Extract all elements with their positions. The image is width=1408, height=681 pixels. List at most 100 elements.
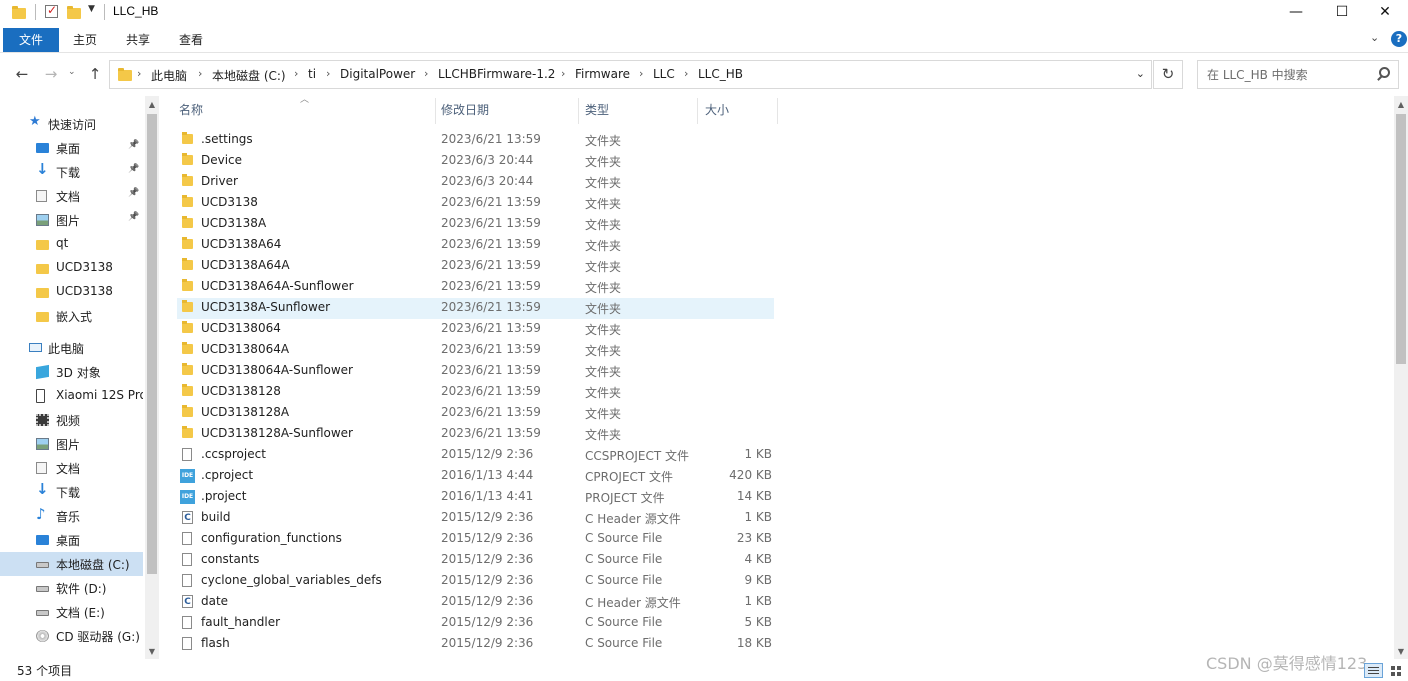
nav-item[interactable]: 文档 (E:) [0, 600, 143, 624]
help-icon[interactable]: ? [1391, 31, 1407, 47]
recent-locations-dropdown[interactable]: ⌄ [68, 67, 76, 77]
file-row[interactable]: UCD3138A64A-Sunflower 2023/6/21 13:59 文件夹 [177, 277, 774, 298]
nav-item[interactable]: CD 驱动器 (G:) [0, 624, 143, 648]
file-row[interactable]: flash 2015/12/9 2:36 C Source File 18 KB [177, 634, 774, 655]
breadcrumb-llc-hb[interactable]: LLC_HB [698, 67, 743, 81]
scroll-up-arrow-icon[interactable]: ▲ [145, 100, 159, 109]
refresh-button[interactable]: ↻ [1153, 60, 1183, 89]
file-row[interactable]: fault_handler 2015/12/9 2:36 C Source File… [177, 613, 774, 634]
file-row[interactable]: UCD3138064 2023/6/21 13:59 文件夹 [177, 319, 774, 340]
details-view-button[interactable] [1364, 663, 1383, 678]
navigation-pane-scrollbar[interactable]: ▲ ▼ [145, 96, 159, 659]
nav-item[interactable]: ♪ 音乐 [0, 504, 143, 528]
nav-item[interactable]: ★ 快速访问 [0, 112, 143, 136]
search-input[interactable] [1198, 61, 1372, 88]
file-row[interactable]: UCD3138064A 2023/6/21 13:59 文件夹 [177, 340, 774, 361]
nav-item[interactable]: 桌面 [0, 528, 143, 552]
tab-share[interactable]: 共享 [114, 28, 162, 52]
nav-item[interactable]: Xiaomi 12S Pro [0, 384, 143, 408]
breadcrumb-this-pc[interactable]: 此电脑 [151, 67, 187, 84]
quick-access-toolbar-dropdown[interactable]: ▼ [88, 4, 95, 14]
breadcrumb-local-disk[interactable]: 本地磁盘 (C:) [212, 67, 286, 84]
column-divider[interactable] [697, 98, 698, 124]
file-row[interactable]: Driver 2023/6/3 20:44 文件夹 [177, 172, 774, 193]
scrollbar-thumb[interactable] [1396, 114, 1406, 364]
breadcrumb-separator-icon[interactable]: › [294, 67, 298, 80]
large-icons-view-button[interactable] [1388, 663, 1405, 678]
nav-item[interactable]: 桌面 📌 [0, 136, 143, 160]
expand-ribbon-chevron-icon[interactable]: ⌄ [1370, 31, 1379, 44]
properties-icon[interactable] [45, 3, 58, 18]
file-row[interactable]: IDE .project 2016/1/13 4:41 PROJECT 文件 14 KB [177, 487, 774, 508]
file-row[interactable]: constants 2015/12/9 2:36 C Source File 4 KB [177, 550, 774, 571]
nav-item[interactable]: 文档 [0, 456, 143, 480]
nav-item[interactable]: ↓ 下载 [0, 480, 143, 504]
breadcrumb-separator-icon[interactable]: › [639, 67, 643, 80]
column-divider[interactable] [777, 98, 778, 124]
nav-item[interactable]: 视频 [0, 408, 143, 432]
nav-item[interactable]: 图片 📌 [0, 208, 143, 232]
file-row[interactable]: UCD3138A64 2023/6/21 13:59 文件夹 [177, 235, 774, 256]
tab-file[interactable]: 文件 [3, 28, 59, 52]
column-divider[interactable] [578, 98, 579, 124]
column-header-size[interactable]: 大小 [705, 96, 729, 124]
file-row[interactable]: UCD3138128A 2023/6/21 13:59 文件夹 [177, 403, 774, 424]
scroll-down-arrow-icon[interactable]: ▼ [1394, 647, 1408, 656]
file-row[interactable]: Cdate 2015/12/9 2:36 C Header 源文件 1 KB [177, 592, 774, 613]
nav-item[interactable]: 嵌入式 [0, 304, 143, 328]
file-row[interactable]: UCD3138A-Sunflower 2023/6/21 13:59 文件夹 [177, 298, 774, 319]
column-header-name[interactable]: 名称 [179, 96, 203, 124]
file-row[interactable]: IDE .cproject 2016/1/13 4:44 CPROJECT 文件 420… [177, 466, 774, 487]
nav-item[interactable]: ↓ 下载 📌 [0, 160, 143, 184]
nav-item[interactable]: 图片 [0, 432, 143, 456]
new-folder-icon[interactable] [67, 5, 81, 19]
scrollbar-thumb[interactable] [147, 114, 157, 574]
back-button[interactable]: ← [13, 65, 31, 83]
minimize-button[interactable]: — [1273, 0, 1319, 26]
file-row[interactable]: UCD3138 2023/6/21 13:59 文件夹 [177, 193, 774, 214]
scroll-up-arrow-icon[interactable]: ▲ [1394, 100, 1408, 109]
file-row[interactable]: UCD3138A 2023/6/21 13:59 文件夹 [177, 214, 774, 235]
nav-item[interactable]: UCD3138 [0, 280, 143, 304]
file-row[interactable]: Cbuild 2015/12/9 2:36 C Header 源文件 1 KB [177, 508, 774, 529]
breadcrumb-separator-icon[interactable]: › [561, 67, 565, 80]
file-row[interactable]: .settings 2023/6/21 13:59 文件夹 [177, 130, 774, 151]
file-row[interactable]: UCD3138A64A 2023/6/21 13:59 文件夹 [177, 256, 774, 277]
up-button[interactable]: ↑ [86, 65, 104, 83]
address-bar[interactable]: › 此电脑 › 本地磁盘 (C:) › ti › DigitalPower › … [109, 60, 1152, 89]
file-row[interactable]: cyclone_global_variables_defs 2015/12/9 2… [177, 571, 774, 592]
breadcrumb-llc[interactable]: LLC [653, 67, 675, 81]
search-icon[interactable] [1379, 67, 1390, 78]
close-button[interactable]: ✕ [1362, 0, 1408, 26]
column-divider[interactable] [435, 98, 436, 124]
file-row[interactable]: UCD3138128 2023/6/21 13:59 文件夹 [177, 382, 774, 403]
breadcrumb-separator-icon[interactable]: › [326, 67, 330, 80]
column-header-type[interactable]: 类型 [585, 96, 609, 124]
column-header-date[interactable]: 修改日期 [441, 96, 489, 124]
file-row[interactable]: UCD3138064A-Sunflower 2023/6/21 13:59 文件夹 [177, 361, 774, 382]
tab-home[interactable]: 主页 [62, 28, 108, 52]
breadcrumb-separator-icon[interactable]: › [198, 67, 202, 80]
tab-view[interactable]: 查看 [167, 28, 215, 52]
breadcrumb-ti[interactable]: ti [308, 67, 316, 81]
file-row[interactable]: UCD3138128A-Sunflower 2023/6/21 13:59 文件夹 [177, 424, 774, 445]
breadcrumb-firmware[interactable]: Firmware [575, 67, 630, 81]
maximize-button[interactable]: ☐ [1319, 0, 1365, 26]
breadcrumb-separator-icon[interactable]: › [424, 67, 428, 80]
file-list-scrollbar[interactable]: ▲ ▼ [1394, 96, 1408, 659]
forward-button[interactable]: → [42, 65, 60, 83]
scroll-down-arrow-icon[interactable]: ▼ [145, 647, 159, 656]
breadcrumb-separator-icon[interactable]: › [684, 67, 688, 80]
file-row[interactable]: configuration_functions 2015/12/9 2:36 C S… [177, 529, 774, 550]
nav-item[interactable]: 文档 📌 [0, 184, 143, 208]
file-row[interactable]: Device 2023/6/3 20:44 文件夹 [177, 151, 774, 172]
breadcrumb-separator-icon[interactable]: › [137, 67, 141, 80]
nav-item[interactable]: 3D 对象 [0, 360, 143, 384]
nav-item[interactable]: 本地磁盘 (C:) [0, 552, 143, 576]
address-dropdown-chevron-icon[interactable]: ⌄ [1136, 67, 1145, 80]
nav-item[interactable]: 此电脑 [0, 336, 143, 360]
nav-item[interactable]: UCD3138 [0, 256, 143, 280]
search-box[interactable] [1197, 60, 1399, 89]
breadcrumb-digitalpower[interactable]: DigitalPower [340, 67, 415, 81]
breadcrumb-llchbfirmware[interactable]: LLCHBFirmware-1.2 [438, 67, 555, 81]
